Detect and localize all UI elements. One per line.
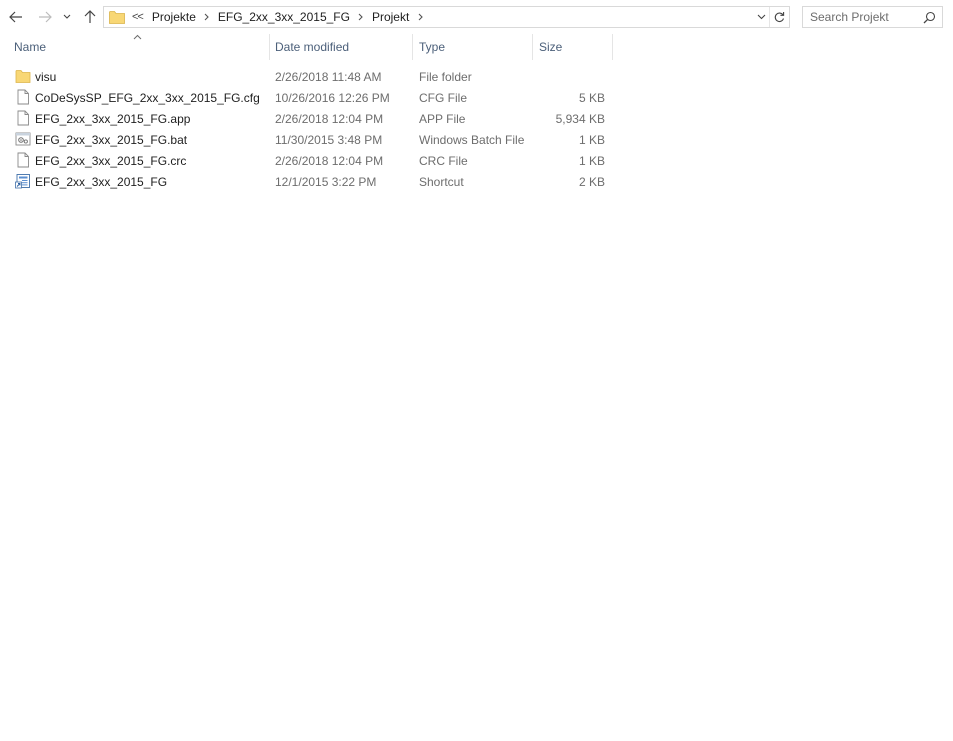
back-button[interactable] [5,6,27,28]
file-row[interactable]: EFG_2xx_3xx_2015_FG.bat 11/30/2015 3:48 … [10,129,613,150]
file-date-modified: 2/26/2018 12:04 PM [275,112,384,126]
file-type: Shortcut [419,175,464,189]
column-header-size[interactable]: Size [533,34,613,60]
file-size: 5 KB [578,91,605,105]
file-list: Name Date modified Type Size visu 2/26/2… [0,34,953,741]
breadcrumb-item-efg[interactable]: EFG_2xx_3xx_2015_FG [214,7,368,27]
chevron-right-icon[interactable] [202,13,212,21]
file-row[interactable]: CoDeSysSP_EFG_2xx_3xx_2015_FG.cfg 10/26/… [10,87,613,108]
address-bar[interactable]: << Projekte EFG_2xx_3xx_2015_FG Projekt [103,6,790,28]
breadcrumb-label[interactable]: Projekt [368,10,413,24]
file-type: CRC File [419,154,468,168]
chevron-right-icon[interactable] [415,13,425,21]
file-type: Windows Batch File [419,133,525,147]
breadcrumb-overflow-button[interactable]: << [129,11,148,23]
breadcrumb-item-projekt[interactable]: Projekt [368,7,427,27]
breadcrumb-item-projekte[interactable]: Projekte [148,7,214,27]
batch-file-icon [15,132,31,146]
file-icon [17,110,29,126]
column-header-row: Name Date modified Type Size [0,34,615,60]
column-header-type[interactable]: Type [413,34,533,60]
chevron-down-icon [63,14,71,19]
file-row[interactable]: EFG_2xx_3xx_2015_FG.crc 2/26/2018 12:04 … [10,150,613,171]
file-date-modified: 2/26/2018 11:48 AM [275,70,382,84]
arrow-left-icon [9,11,22,23]
file-type: CFG File [419,91,467,105]
recent-locations-button[interactable] [58,6,76,28]
breadcrumb-label[interactable]: EFG_2xx_3xx_2015_FG [214,10,354,24]
file-date-modified: 10/26/2016 12:26 PM [275,91,390,105]
breadcrumb: << Projekte EFG_2xx_3xx_2015_FG Projekt [129,7,427,27]
refresh-button[interactable] [769,7,789,27]
file-name[interactable]: EFG_2xx_3xx_2015_FG.bat [35,133,187,147]
breadcrumb-label[interactable]: Projekte [148,10,200,24]
file-name[interactable]: EFG_2xx_3xx_2015_FG [35,175,167,189]
file-date-modified: 11/30/2015 3:48 PM [275,133,383,147]
file-size: 1 KB [578,133,605,147]
file-icon [17,89,29,105]
folder-icon [109,11,125,24]
file-row[interactable]: visu 2/26/2018 11:48 AM File folder [10,66,613,87]
file-name[interactable]: EFG_2xx_3xx_2015_FG.app [35,112,190,126]
file-date-modified: 12/1/2015 3:22 PM [275,175,377,189]
up-button[interactable] [79,6,101,28]
search-icon[interactable] [923,11,936,24]
search-box[interactable] [802,6,943,28]
file-size: 2 KB [578,175,605,189]
refresh-icon [774,12,785,23]
file-row[interactable]: EFG_2xx_3xx_2015_FG.app 2/26/2018 12:04 … [10,108,613,129]
column-header-date-modified[interactable]: Date modified [269,34,413,60]
folder-icon [15,70,31,83]
chevron-right-icon[interactable] [356,13,366,21]
file-date-modified: 2/26/2018 12:04 PM [275,154,384,168]
file-name[interactable]: CoDeSysSP_EFG_2xx_3xx_2015_FG.cfg [35,91,260,105]
file-type: File folder [419,70,472,84]
file-name[interactable]: visu [35,70,56,84]
arrow-right-icon [39,11,52,23]
chevron-down-icon [757,14,765,20]
file-type: APP File [419,112,466,126]
shortcut-icon [15,174,30,189]
forward-button[interactable] [34,6,56,28]
arrow-up-icon [84,10,96,23]
file-size: 1 KB [578,154,605,168]
file-icon [17,152,29,168]
file-size: 5,934 KB [555,112,605,126]
column-header-name[interactable]: Name [8,34,270,60]
search-input[interactable] [810,10,922,24]
file-row[interactable]: EFG_2xx_3xx_2015_FG 12/1/2015 3:22 PM Sh… [10,171,613,192]
address-history-dropdown[interactable] [753,7,769,27]
navigation-bar: << Projekte EFG_2xx_3xx_2015_FG Projekt [0,0,953,34]
file-name[interactable]: EFG_2xx_3xx_2015_FG.crc [35,154,186,168]
